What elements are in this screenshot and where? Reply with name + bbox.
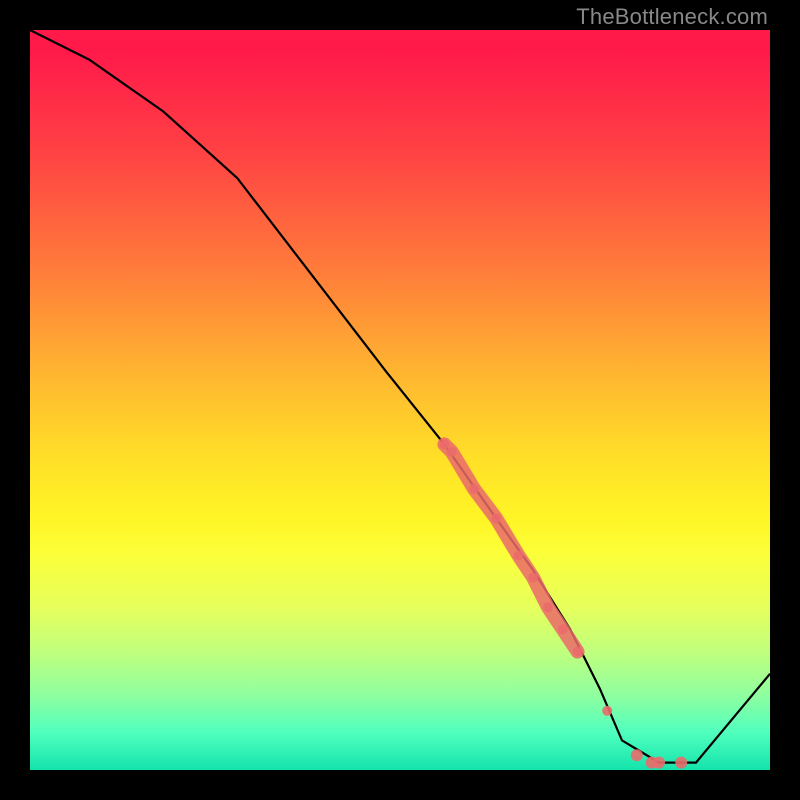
chart-svg [30,30,770,770]
marker-cluster-start-lower [447,447,457,457]
marker-cluster-band-3 [513,550,523,560]
marker-trough-4 [675,757,687,769]
marker-cluster-start-upper [439,439,449,449]
marker-cluster-band-1 [469,484,479,494]
marker-cluster-band-5 [543,602,553,612]
watermark-text: TheBottleneck.com [576,4,768,30]
marker-cluster-band-6 [558,624,568,634]
curve-layer [30,30,770,763]
marker-isolated-mid [602,706,612,716]
marker-cluster-band [444,444,577,651]
bottleneck-curve [30,30,770,763]
chart-frame: TheBottleneck.com [0,0,800,800]
marker-cluster-band-4 [528,573,538,583]
marker-cluster-band-end [573,647,583,657]
marker-trough-3 [653,757,665,769]
marker-cluster-band-2 [491,513,501,523]
markers-layer [439,439,687,768]
marker-trough-1 [631,749,643,761]
plot-area [30,30,770,770]
